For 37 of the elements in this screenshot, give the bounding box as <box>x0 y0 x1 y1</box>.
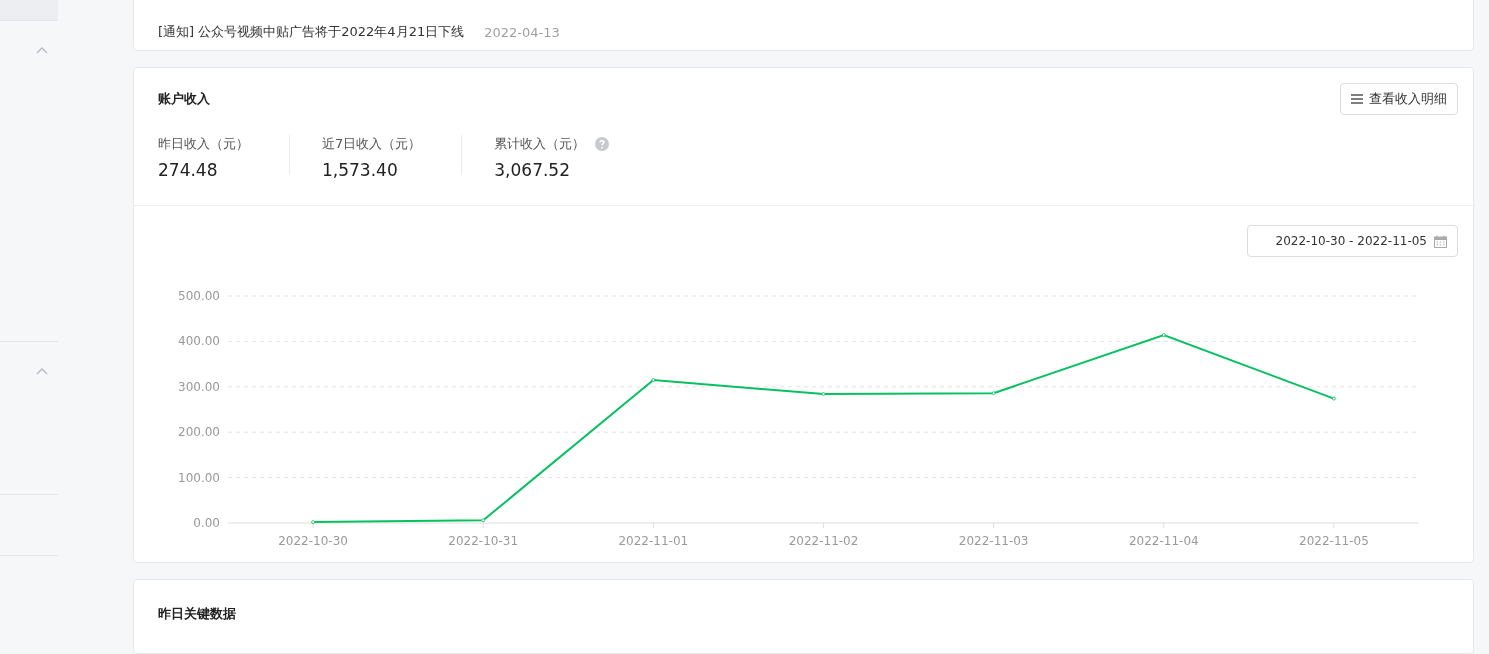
list-icon <box>1351 94 1363 105</box>
y-axis-label: 500.00 <box>178 289 220 304</box>
stat-label: 累计收入（元） <box>494 135 586 154</box>
data-point <box>651 378 656 383</box>
y-axis-label: 0.00 <box>193 516 220 531</box>
data-point <box>991 391 996 396</box>
notice-date: 2022-04-13 <box>484 24 560 40</box>
x-axis-label: 2022-11-01 <box>618 534 689 549</box>
x-axis-label: 2022-11-03 <box>958 534 1029 549</box>
help-icon[interactable] <box>595 137 610 152</box>
data-point <box>1332 397 1336 401</box>
data-point <box>1161 333 1166 338</box>
stat-value: 274.48 <box>158 160 219 181</box>
section-title: 账户收入 <box>158 90 210 109</box>
stat-label: 近7日收入（元） <box>322 135 422 154</box>
income-detail-button[interactable]: 查看收入明细 <box>1340 83 1458 116</box>
date-range-picker[interactable]: 2022-10-30 - 2022-11-05 <box>1246 225 1458 258</box>
y-axis-label: 300.00 <box>178 380 220 395</box>
notice-link[interactable]: [通知] 公众号视频中贴广告将于2022年4月21日下线 <box>158 23 465 42</box>
stat-value: 1,573.40 <box>322 160 399 181</box>
data-point <box>311 520 315 525</box>
section-title: 昨日关键数据 <box>158 606 236 622</box>
x-axis-label: 2022-11-05 <box>1299 534 1369 549</box>
chevron-up-icon[interactable] <box>36 367 48 375</box>
x-axis-label: 2022-10-30 <box>278 534 348 549</box>
x-axis-label: 2022-11-02 <box>788 534 859 549</box>
y-axis-label: 100.00 <box>178 471 220 486</box>
calendar-icon <box>1434 234 1447 248</box>
x-axis-label: 2022-11-04 <box>1128 534 1199 549</box>
data-point <box>481 518 486 523</box>
stat-value: 3,067.52 <box>494 160 571 181</box>
x-axis-label: 2022-10-31 <box>448 534 519 549</box>
data-point <box>821 392 826 397</box>
y-axis-label: 200.00 <box>178 425 220 440</box>
stat-label: 昨日收入（元） <box>158 135 249 154</box>
y-axis-label: 400.00 <box>178 334 220 349</box>
chevron-up-icon[interactable] <box>36 46 48 54</box>
